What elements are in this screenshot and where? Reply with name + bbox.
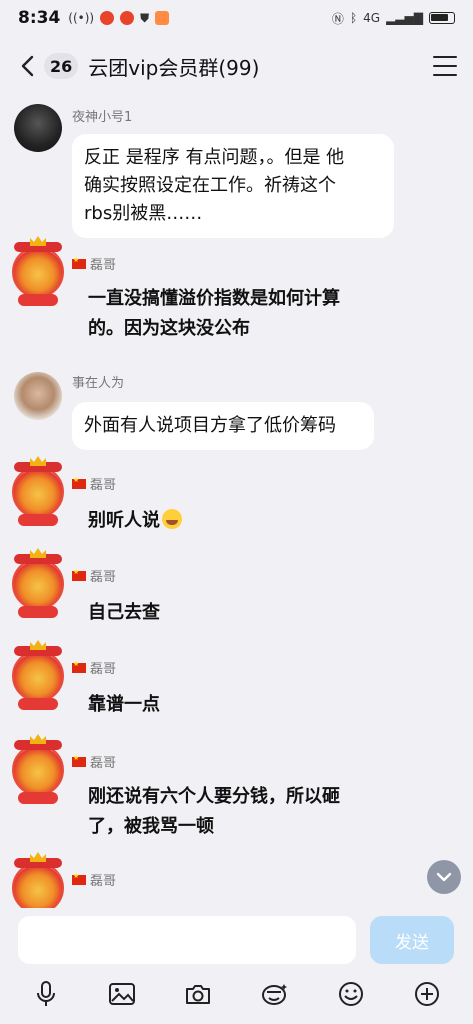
chevron-down-icon	[436, 872, 452, 882]
back-arrow-icon[interactable]	[16, 55, 38, 77]
message-text: 确实按照设定在工作。祈祷这个	[84, 175, 336, 196]
battery-icon	[429, 12, 455, 24]
emoji-icon[interactable]	[335, 978, 367, 1010]
message-text: 外面有人说项目方拿了低价筹码	[84, 415, 336, 436]
message-text[interactable]: 别听人说	[88, 506, 182, 536]
message-line: 刚还说有六个人要分钱，所以砸	[88, 786, 340, 807]
microphone-icon[interactable]	[30, 978, 62, 1010]
status-time: 8:34	[18, 8, 61, 28]
bluetooth-icon: ᛒ	[349, 11, 358, 25]
avatar[interactable]	[14, 372, 62, 420]
message-list[interactable]: 夜神小号1 反正 是程序 有点问题，。但是 他 确实按照设定在工作。祈祷这个 r…	[0, 96, 473, 908]
message-text[interactable]: 刚还说有六个人要分钱，所以砸 了，被我骂一顿	[88, 782, 340, 842]
message-line: 的。因为这块没公布	[88, 318, 250, 339]
shield-icon: ⛊	[140, 10, 150, 25]
network-type: 4G	[363, 11, 381, 25]
sticker-icon[interactable]	[259, 978, 291, 1010]
message-text[interactable]: 一直没搞懂溢价指数是如何计算 的。因为这块没公布	[88, 284, 340, 344]
sender-name: 磊哥	[72, 474, 116, 493]
message-text: 反正 是程序 有点问题，。但是 他	[84, 147, 345, 168]
avatar[interactable]	[10, 852, 66, 908]
china-flag-icon	[72, 568, 86, 581]
china-flag-icon	[72, 754, 86, 767]
hotspot-icon: ((•))	[68, 11, 95, 25]
composer: 发送	[0, 914, 473, 968]
china-flag-icon	[72, 660, 86, 673]
sender-name-text: 磊哥	[90, 662, 117, 677]
composer-toolbar	[0, 972, 473, 1016]
menu-icon[interactable]	[433, 56, 457, 76]
avatar[interactable]	[10, 640, 66, 712]
sender-name: 磊哥	[72, 254, 116, 273]
sender-name-text: 磊哥	[90, 874, 117, 889]
message-line: 别听人说	[88, 510, 160, 531]
sender-name-text: 磊哥	[90, 756, 117, 771]
group-title: 云团vip会员群(99)	[88, 55, 260, 80]
china-flag-icon	[72, 256, 86, 269]
message-line: 一直没搞懂溢价指数是如何计算	[88, 288, 340, 309]
chat-header: 26 云团vip会员群(99)	[0, 44, 473, 88]
sender-name-text: 磊哥	[90, 570, 117, 585]
avatar[interactable]	[10, 456, 66, 528]
status-bar: 8:34 ((•)) ⛊ Ⓝ ᛒ 4G ▂▃▅▇	[0, 0, 473, 36]
message-text[interactable]: 自己去查	[88, 598, 160, 628]
message-input[interactable]	[18, 916, 356, 964]
weibo-icon	[100, 11, 115, 25]
avatar[interactable]	[10, 734, 66, 806]
plus-icon[interactable]	[411, 978, 443, 1010]
nfc-icon: Ⓝ	[331, 11, 344, 26]
message-bubble[interactable]: 反正 是程序 有点问题，。但是 他 确实按照设定在工作。祈祷这个 rbs别被黑……	[72, 134, 394, 238]
avatar[interactable]	[10, 236, 66, 308]
message-app-icon	[155, 11, 170, 25]
laughing-emoji-icon	[162, 509, 182, 529]
notification-icons: ((•)) ⛊	[68, 10, 170, 26]
china-flag-icon	[72, 476, 86, 489]
message-text: rbs别被黑……	[84, 203, 203, 224]
message-line: 自己去查	[88, 602, 160, 623]
signal-icon: ▂▃▅▇	[386, 11, 423, 25]
china-flag-icon	[72, 872, 86, 885]
camera-icon[interactable]	[182, 978, 214, 1010]
sender-name-text: 磊哥	[90, 258, 117, 273]
sender-name: 磊哥	[72, 870, 116, 889]
message-text[interactable]: 靠谱一点	[88, 690, 160, 720]
sender-name: 磊哥	[72, 658, 116, 677]
weibo-icon	[120, 11, 135, 25]
sender-name: 磊哥	[72, 752, 116, 771]
avatar[interactable]	[14, 104, 62, 152]
system-icons: Ⓝ ᛒ 4G ▂▃▅▇	[332, 10, 455, 27]
message-line: 了，被我骂一顿	[88, 816, 214, 837]
sender-name-text: 磊哥	[90, 478, 117, 493]
sender-name: 事在人为	[72, 376, 125, 391]
image-icon[interactable]	[106, 978, 138, 1010]
sender-name: 夜神小号1	[72, 110, 133, 125]
message-line: 靠谱一点	[88, 694, 160, 715]
message-bubble[interactable]: 外面有人说项目方拿了低价筹码	[72, 402, 374, 450]
avatar[interactable]	[10, 548, 66, 620]
send-button[interactable]: 发送	[370, 916, 454, 964]
scroll-to-bottom-button[interactable]	[427, 860, 461, 894]
unread-count-badge[interactable]: 26	[44, 53, 79, 79]
sender-name: 磊哥	[72, 566, 116, 585]
